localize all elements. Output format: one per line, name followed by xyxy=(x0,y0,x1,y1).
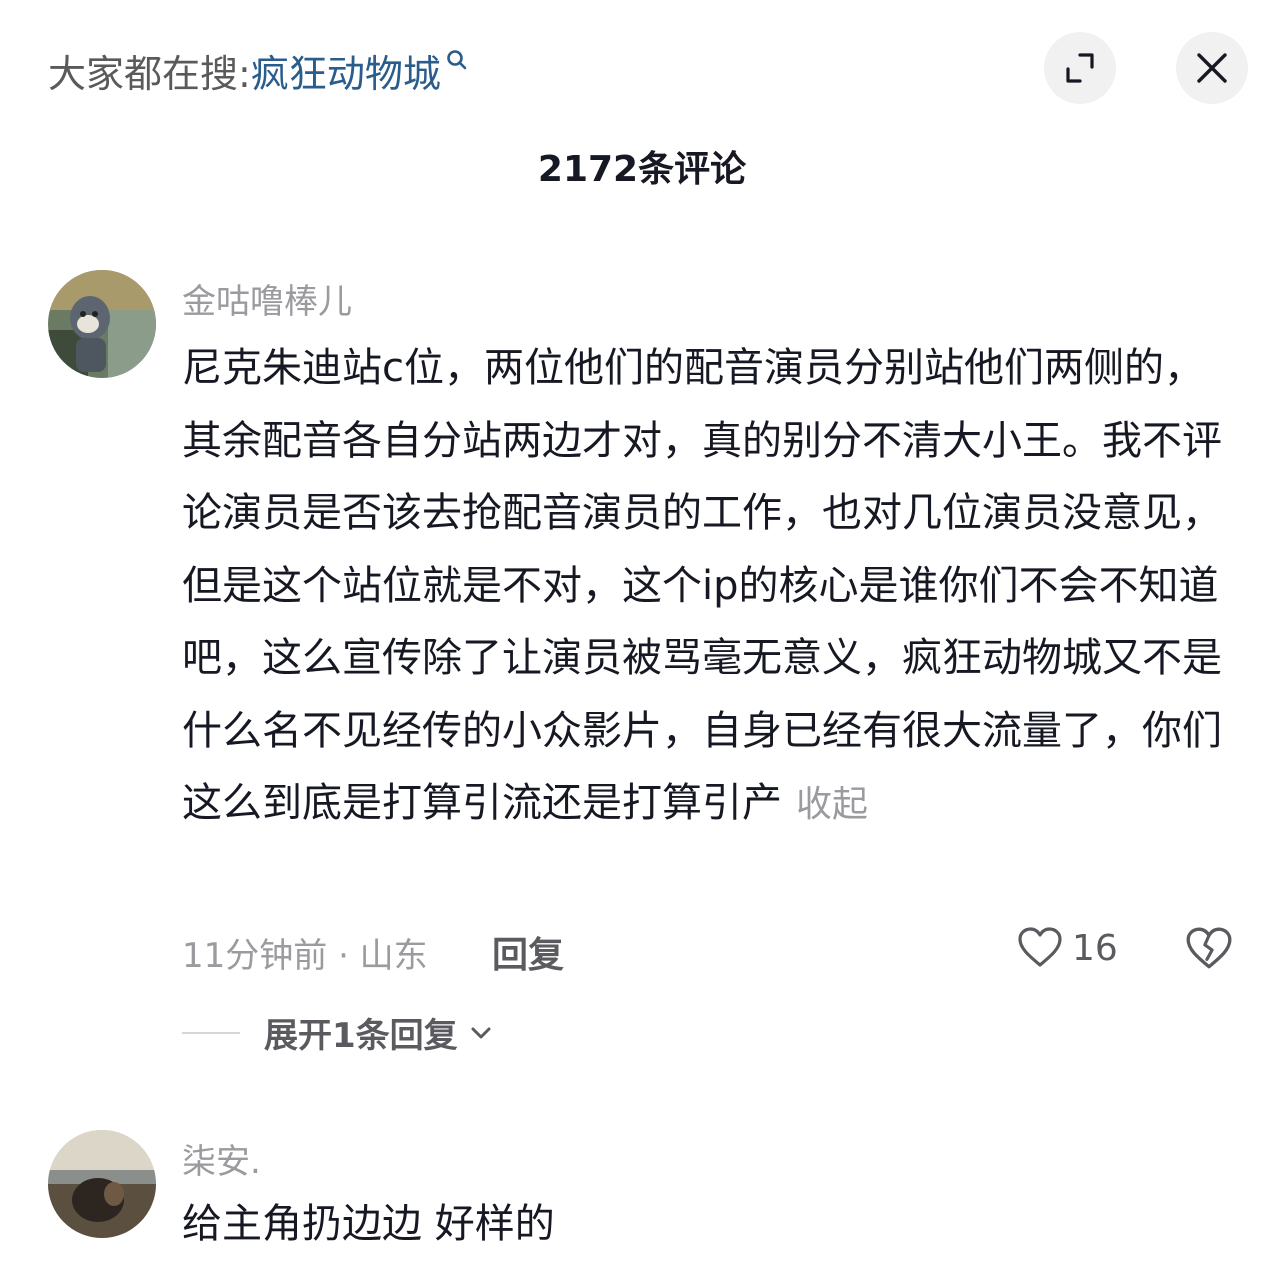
search-bar[interactable]: 大家都在搜: 疯狂动物城 xyxy=(48,40,469,100)
broken-heart-icon xyxy=(1186,927,1232,969)
divider-line xyxy=(182,1031,240,1034)
search-prefix: 大家都在搜: xyxy=(48,51,251,96)
expand-icon xyxy=(1066,53,1094,83)
comment-username[interactable]: 金咕噜棒儿 xyxy=(182,274,352,323)
collapse-link[interactable]: 收起 xyxy=(796,784,868,825)
comment-username[interactable]: 柒安. xyxy=(182,1134,261,1183)
expand-replies-button[interactable]: 展开1条回复 xyxy=(182,1008,494,1057)
search-keyword-link[interactable]: 疯狂动物城 xyxy=(251,43,441,98)
comment-text: 给主角扔边边 好样的 xyxy=(182,1188,1242,1261)
search-icon[interactable] xyxy=(445,37,469,81)
expand-replies-label: 展开1条回复 xyxy=(264,1016,458,1056)
comment-text: 尼克朱迪站c位，两位他们的配音演员分别站他们两侧的，其余配音各自分站两边才对，真… xyxy=(182,332,1242,842)
avatar[interactable] xyxy=(48,270,156,378)
avatar[interactable] xyxy=(48,1130,156,1238)
fullscreen-button[interactable] xyxy=(1044,32,1116,104)
like-count: 16 xyxy=(1072,927,1118,969)
heart-icon xyxy=(1018,927,1062,967)
comment-body: 尼克朱迪站c位，两位他们的配音演员分别站他们两侧的，其余配音各自分站两边才对，真… xyxy=(182,345,1222,826)
like-button[interactable]: 16 xyxy=(1016,924,1118,972)
close-button[interactable] xyxy=(1176,32,1248,104)
chevron-down-icon xyxy=(471,1027,491,1038)
close-icon xyxy=(1197,53,1227,83)
comment-body: 给主角扔边边 好样的 xyxy=(182,1201,555,1247)
reply-button[interactable]: 回复 xyxy=(492,926,564,978)
dislike-button[interactable] xyxy=(1184,924,1234,978)
comment-count-title: 2172条评论 xyxy=(537,149,747,190)
comment-meta: 11分钟前 · 山东 xyxy=(182,936,428,976)
